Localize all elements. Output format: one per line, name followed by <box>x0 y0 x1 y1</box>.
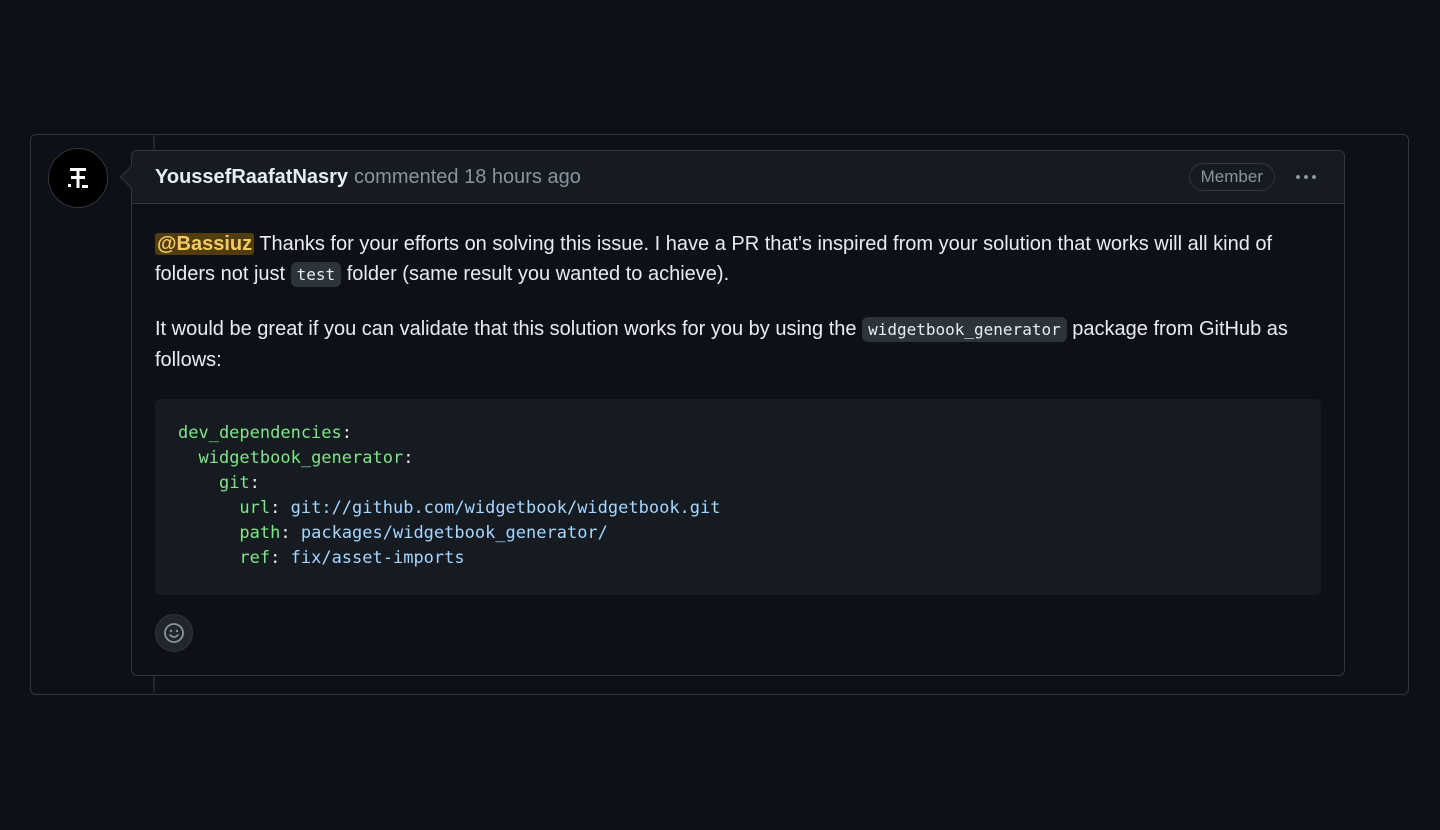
code-value: git://github.com/widgetbook/widgetbook.g… <box>280 498 721 518</box>
avatar-logo-icon <box>68 168 88 188</box>
code-line: git: <box>218 473 260 493</box>
code-key: path <box>239 523 281 543</box>
code-line: widgetbook_generator: <box>198 448 414 468</box>
comment-header: YoussefRaafatNasry commented 18 hours ag… <box>132 151 1344 204</box>
author-name[interactable]: YoussefRaafatNasry <box>155 166 348 189</box>
inline-code: test <box>290 262 342 287</box>
comment-card: YoussefRaafatNasry commented 18 hours ag… <box>119 150 1345 676</box>
code-key: ref <box>239 548 271 568</box>
code-key: widgetbook_generator <box>198 448 404 468</box>
comment-paragraph-1: @Bassiuz Thanks for your efforts on solv… <box>155 233 1273 287</box>
code-line: url: git://github.com/widgetbook/widgetb… <box>239 498 721 518</box>
member-badge: Member <box>1188 163 1275 191</box>
code-line: ref: fix/asset-imports <box>239 548 465 568</box>
user-mention[interactable]: @Bassiuz <box>155 233 255 255</box>
comment-paragraph-2: It would be great if you can validate th… <box>155 317 1288 371</box>
code-key: git <box>218 473 250 493</box>
smiley-icon <box>164 623 184 643</box>
inline-code: widgetbook_generator <box>862 317 1067 342</box>
code-key: dev_dependencies <box>178 423 342 443</box>
code-key: url <box>239 498 271 518</box>
comment-body: @Bassiuz Thanks for your efforts on solv… <box>132 204 1344 595</box>
code-value: fix/asset-imports <box>280 548 465 568</box>
comment-timestamp[interactable]: commented 18 hours ago <box>354 166 581 189</box>
code-value: packages/widgetbook_generator/ <box>290 523 608 543</box>
code-block: dev_dependencies: widgetbook_generator: … <box>155 399 1321 595</box>
code-line: path: packages/widgetbook_generator/ <box>239 523 608 543</box>
add-reaction-button[interactable] <box>155 614 193 652</box>
code-line: dev_dependencies: <box>178 423 353 443</box>
kebab-menu-icon[interactable] <box>1291 167 1321 187</box>
author-avatar[interactable] <box>48 148 108 208</box>
